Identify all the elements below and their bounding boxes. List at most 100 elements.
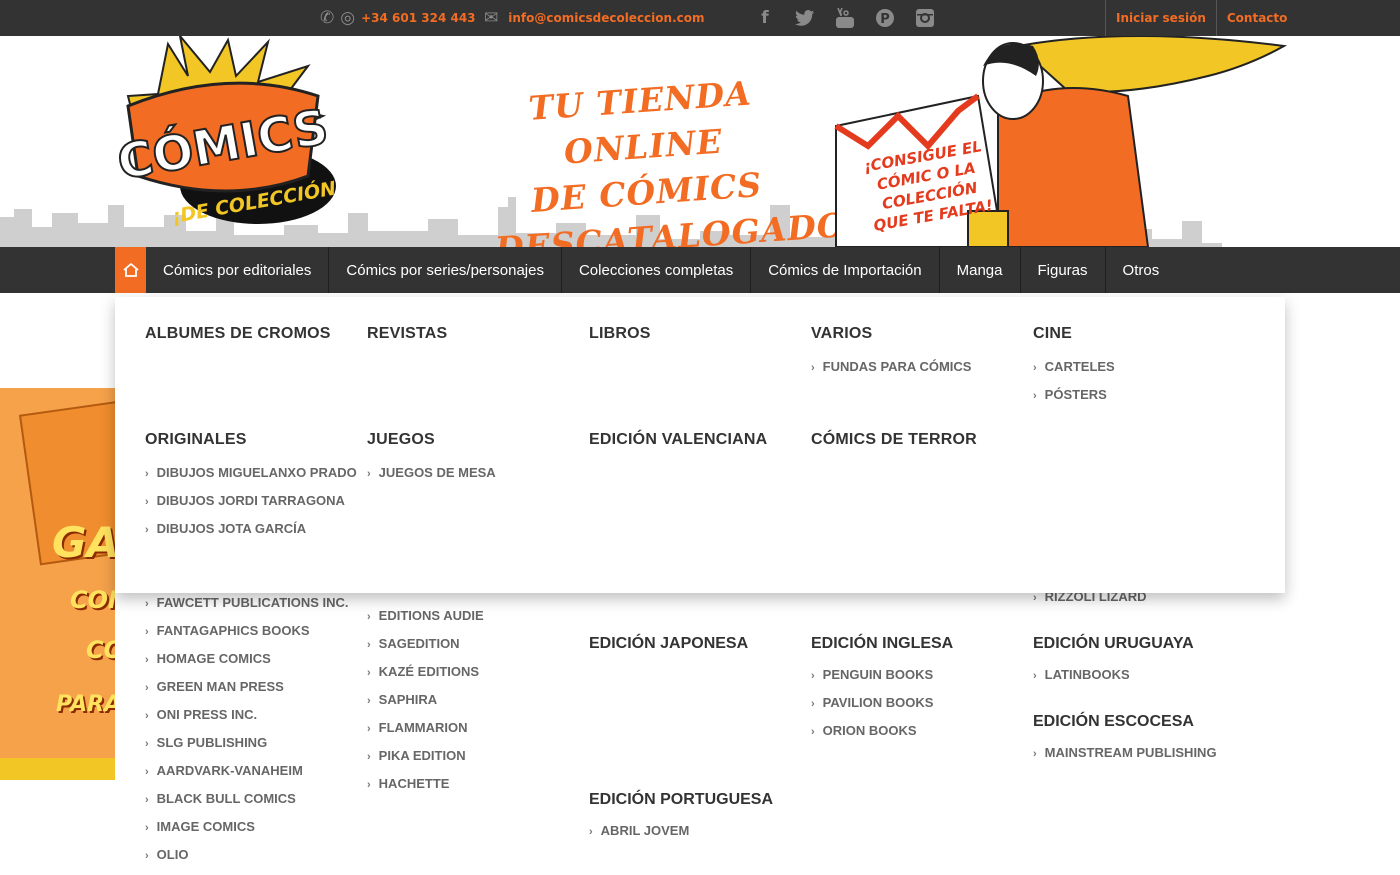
menu-heading-juegos[interactable]: JUEGOS	[367, 431, 496, 449]
menu-heading-edicion-valenciana[interactable]: EDICIÓN VALENCIANA	[589, 431, 767, 449]
phone-number[interactable]: +34 601 324 443	[361, 11, 475, 25]
menu-col-libros: LIBROS	[589, 325, 651, 343]
menu-heading-comics-de-terror[interactable]: CÓMICS DE TERROR	[811, 431, 977, 449]
link-label: ABRIL JOVEM	[600, 823, 690, 838]
list-item-label: SAGEDITION	[378, 636, 460, 651]
list-item[interactable]: › ONI PRESS INC.	[145, 707, 257, 722]
promo-text-3: CO	[86, 636, 118, 664]
heading-edicion-escocesa[interactable]: EDICIÓN ESCOCESA	[1033, 713, 1194, 731]
chevron-right-icon: ›	[811, 670, 815, 682]
chevron-right-icon: ›	[1033, 362, 1037, 374]
link-pavilion-books[interactable]: › PAVILION BOOKS	[811, 695, 933, 710]
link-label: PENGUIN BOOKS	[822, 667, 934, 682]
phone-icon: ✆	[320, 8, 335, 28]
nav-colecciones-completas[interactable]: Colecciones completas	[562, 247, 752, 293]
pinterest-icon[interactable]: P	[874, 7, 896, 29]
top-bar: ✆ ◎ +34 601 324 443 ✉ info@comicsdecolec…	[0, 0, 1400, 36]
list-item-label: OLIO	[156, 847, 189, 862]
social-links: f P	[754, 0, 936, 36]
list-item[interactable]: › KAZÉ EDITIONS	[367, 664, 479, 679]
menu-item-carteles[interactable]: › CARTELES	[1033, 353, 1115, 381]
promo-banner[interactable]: GA CON CO PARA	[0, 388, 118, 780]
list-item-label: AARDVARK-VANAHEIM	[156, 763, 303, 778]
menu-heading-varios[interactable]: VARIOS	[811, 325, 971, 343]
main-nav: Cómics por editoriales Cómics por series…	[0, 247, 1400, 293]
email-contact[interactable]: ✉ info@comicsdecoleccion.com	[484, 0, 705, 36]
list-item-label: BLACK BULL COMICS	[156, 791, 296, 806]
list-item[interactable]: › AARDVARK-VANAHEIM	[145, 763, 303, 778]
menu-heading-revistas[interactable]: REVISTAS	[367, 325, 447, 343]
list-item[interactable]: › PIKA EDITION	[367, 748, 466, 763]
link-orion-books[interactable]: › ORION BOOKS	[811, 723, 917, 738]
nav-editoriales[interactable]: Cómics por editoriales	[146, 247, 330, 293]
list-item[interactable]: › OLIO	[145, 847, 188, 862]
chevron-right-icon: ›	[145, 710, 149, 722]
list-item[interactable]: › SLG PUBLISHING	[145, 735, 267, 750]
list-item[interactable]: › FAWCETT PUBLICATIONS INC.	[145, 595, 349, 610]
link-mainstream-publishing[interactable]: › MAINSTREAM PUBLISHING	[1033, 745, 1217, 760]
chevron-right-icon: ›	[367, 639, 371, 651]
instagram-icon[interactable]	[914, 7, 936, 29]
menu-col-cine: CINE › CARTELES › PÓSTERS	[1033, 325, 1115, 409]
list-item[interactable]: › FANTAGAPHICS BOOKS	[145, 623, 310, 638]
list-item-label: FAWCETT PUBLICATIONS INC.	[156, 595, 349, 610]
facebook-icon[interactable]: f	[754, 7, 776, 29]
link-label: ORION BOOKS	[822, 723, 917, 738]
list-item[interactable]: › BLACK BULL COMICS	[145, 791, 296, 806]
link-penguin-books[interactable]: › PENGUIN BOOKS	[811, 667, 933, 682]
menu-heading-albumes-de-cromos[interactable]: ALBUMES DE CROMOS	[145, 325, 331, 343]
menu-item-label: PÓSTERS	[1044, 387, 1107, 402]
heading-edicion-portuguesa[interactable]: EDICIÓN PORTUGUESA	[589, 791, 773, 809]
heading-edicion-japonesa[interactable]: EDICIÓN JAPONESA	[589, 635, 748, 653]
list-item[interactable]: › FLAMMARION	[367, 720, 468, 735]
heading-edicion-inglesa[interactable]: EDICIÓN INGLESA	[811, 635, 953, 653]
chevron-right-icon: ›	[145, 496, 149, 508]
home-button[interactable]	[115, 247, 146, 293]
list-item[interactable]: › IMAGE COMICS	[145, 819, 255, 834]
menu-col-revistas: REVISTAS	[367, 325, 447, 343]
phone-contact[interactable]: ✆ ◎ +34 601 324 443	[320, 0, 476, 36]
nav-figuras[interactable]: Figuras	[1021, 247, 1106, 293]
chevron-right-icon: ›	[367, 695, 371, 707]
twitter-icon[interactable]	[794, 7, 816, 29]
menu-heading-originales[interactable]: ORIGINALES	[145, 431, 357, 449]
login-link[interactable]: Iniciar sesión	[1105, 0, 1216, 36]
menu-item-dibujos-jordi-tarragona[interactable]: › DIBUJOS JORDI TARRAGONA	[145, 487, 357, 515]
list-item[interactable]: › EDITIONS AUDIE	[367, 608, 484, 623]
menu-item-juegos-de-mesa[interactable]: › JUEGOS DE MESA	[367, 459, 496, 487]
menu-item-posters[interactable]: › PÓSTERS	[1033, 381, 1115, 409]
site-logo[interactable]: CÓMICS ¡DE COLECCIÓN!	[118, 36, 338, 226]
link-latinbooks[interactable]: › LATINBOOKS	[1033, 667, 1130, 682]
chevron-right-icon: ›	[811, 362, 815, 374]
list-item[interactable]: › SAGEDITION	[367, 636, 460, 651]
list-item[interactable]: › HACHETTE	[367, 776, 449, 791]
link-abril-jovem[interactable]: › ABRIL JOVEM	[589, 823, 689, 838]
menu-col-edicion-valenciana: EDICIÓN VALENCIANA	[589, 431, 767, 449]
list-item[interactable]: › GREEN MAN PRESS	[145, 679, 284, 694]
chevron-right-icon: ›	[145, 850, 149, 862]
menu-heading-cine[interactable]: CINE	[1033, 325, 1115, 343]
nav-importacion[interactable]: Cómics de Importación	[751, 247, 940, 293]
list-item-label: FLAMMARION	[378, 720, 468, 735]
mail-icon: ✉	[484, 8, 499, 28]
email-address[interactable]: info@comicsdecoleccion.com	[508, 11, 704, 25]
home-icon	[122, 262, 139, 277]
nav-otros[interactable]: Otros	[1106, 247, 1177, 293]
list-item[interactable]: › HOMAGE COMICS	[145, 651, 271, 666]
top-links: Iniciar sesión Contacto	[1105, 0, 1297, 36]
heading-edicion-uruguaya[interactable]: EDICIÓN URUGUAYA	[1033, 635, 1194, 653]
menu-item-dibujos-miguelanxo-prado[interactable]: › DIBUJOS MIGUELANXO PRADO	[145, 459, 357, 487]
menu-heading-libros[interactable]: LIBROS	[589, 325, 651, 343]
chevron-right-icon: ›	[145, 598, 149, 610]
menu-item-fundas-para-comics[interactable]: › FUNDAS PARA CÓMICS	[811, 353, 971, 381]
chevron-right-icon: ›	[145, 682, 149, 694]
page-content-behind: › FAWCETT PUBLICATIONS INC. › FANTAGAPHICS …	[115, 589, 1285, 875]
list-item[interactable]: › SAPHIRA	[367, 692, 437, 707]
list-item-label: GREEN MAN PRESS	[156, 679, 284, 694]
youtube-icon[interactable]	[834, 7, 856, 29]
chevron-right-icon: ›	[1033, 670, 1037, 682]
menu-item-dibujos-jota-garcia[interactable]: › DIBUJOS JOTA GARCÍA	[145, 515, 357, 543]
nav-manga[interactable]: Manga	[940, 247, 1021, 293]
nav-series-personajes[interactable]: Cómics por series/personajes	[329, 247, 562, 293]
contact-link[interactable]: Contacto	[1215, 0, 1298, 36]
